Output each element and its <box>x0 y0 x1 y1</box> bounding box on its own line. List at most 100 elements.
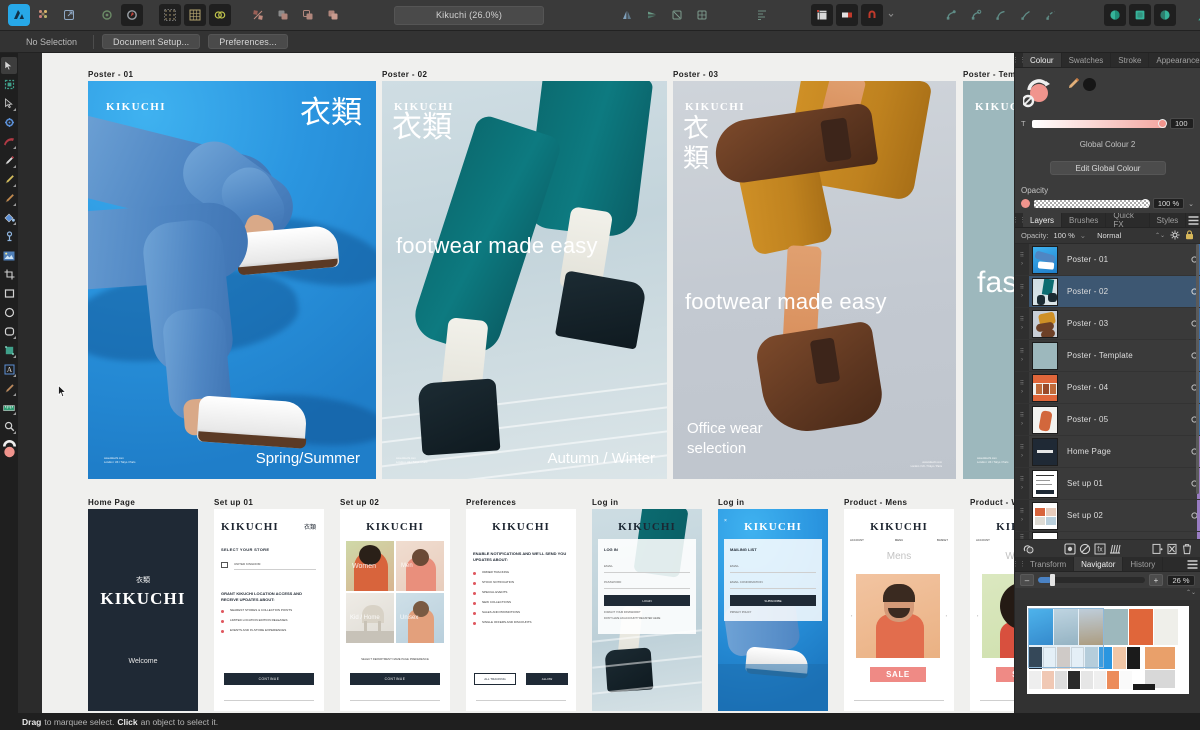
artboard-content-10[interactable]: × KIKUCHI MAILING LIST EMAIL EMAIL CONFI… <box>718 509 828 711</box>
layers-scrollbar[interactable] <box>1196 244 1199 494</box>
layer-drag-handle[interactable]: ⠿ › <box>1015 308 1029 339</box>
carousel-next-icon[interactable]: › <box>946 613 947 618</box>
login1-field-2-label[interactable]: PASSWORD <box>604 580 621 584</box>
node-smooth-icon[interactable] <box>990 4 1012 26</box>
layer-drag-handle[interactable]: ⠿ › <box>1015 372 1029 403</box>
login2-field-2-label[interactable]: EMAIL CONFIRMATION <box>730 580 763 584</box>
add-layer-icon[interactable] <box>1149 541 1164 556</box>
artboard-content-5[interactable]: 衣類 KIKUCHI Welcome <box>88 509 198 711</box>
login2-cta-button[interactable]: SUBSCRIBE <box>730 595 816 606</box>
slice-icon[interactable] <box>836 4 858 26</box>
table-row[interactable]: ⠿ › Poster - Template <box>1015 340 1200 372</box>
pen-curve-tool[interactable] <box>1 133 17 150</box>
tab-colour[interactable]: Colour <box>1023 53 1062 67</box>
table-row[interactable]: ⠿ › Home Page <box>1015 436 1200 468</box>
tab-stroke[interactable]: Stroke <box>1111 53 1150 67</box>
vector-brush-tool[interactable] <box>1 171 17 188</box>
womens-nav-account[interactable]: ACCOUNT <box>976 538 990 542</box>
mens-nav-basket[interactable]: BASKET <box>937 538 948 542</box>
panel-grip-icon[interactable]: ⋮⋮ <box>1012 53 1026 67</box>
artboard-set-up-02[interactable]: Set up 02 KIKUCHI Women Men Kid / Home U… <box>340 498 450 711</box>
layer-drag-handle[interactable]: ⠿ › <box>1015 244 1029 275</box>
chevron-down-icon[interactable] <box>886 4 896 26</box>
persona-pixel-icon[interactable] <box>33 4 55 26</box>
layer-drag-handle[interactable]: ⠿ › <box>1015 404 1029 435</box>
login1-field-1-label[interactable]: EMAIL <box>604 564 613 568</box>
show-grid-icon[interactable] <box>159 4 181 26</box>
artboard-tool[interactable] <box>1 76 17 93</box>
login2-form-card[interactable]: MAILING LIST EMAIL EMAIL CONFIRMATION SU… <box>724 539 822 621</box>
adjustment-layer-icon[interactable] <box>1063 541 1078 556</box>
ellipse-tool[interactable] <box>1 304 17 321</box>
navigator-thumbnail[interactable] <box>1026 606 1189 694</box>
move-tool[interactable] <box>1 57 17 74</box>
boolean-merge-icon[interactable] <box>1104 4 1126 26</box>
frame-text-tool[interactable] <box>1 380 17 397</box>
artistic-text-tool[interactable]: A <box>1 361 17 378</box>
artboard-home-page[interactable]: Home Page 衣類 KIKUCHI Welcome <box>88 498 198 711</box>
rotate-left-icon[interactable] <box>666 4 688 26</box>
table-row[interactable]: ⠿ › Poster - 03 <box>1015 308 1200 340</box>
layer-drag-handle[interactable]: ⠿ › <box>1015 340 1029 371</box>
mask-icon[interactable] <box>1164 541 1179 556</box>
login1-help-2[interactable]: DON'T HAVE AN ACCOUNT? REGISTER HERE <box>604 617 660 620</box>
artboard-product-mens[interactable]: Product - Mens KIKUCHI ACCOUNT MENU BASK… <box>844 498 954 711</box>
tile-kid-home[interactable]: Kid / Home <box>346 593 394 643</box>
node-tool[interactable] <box>1 95 17 112</box>
black-swatch[interactable] <box>1083 78 1096 91</box>
carousel-prev-icon[interactable]: ‹ <box>851 613 852 618</box>
tab-quick-fx[interactable]: Quick FX <box>1106 211 1150 229</box>
preferences-secondary-button[interactable]: ALL TRACKING <box>474 673 516 685</box>
artboard-poster-01[interactable]: Poster - 01 KIKUCHI 衣類 Spring/Summer www… <box>88 70 376 479</box>
artboard-content-6[interactable]: KIKUCHI 衣類 SELECT YOUR STORE UNITED KING… <box>214 509 324 711</box>
fill-stroke-indicator[interactable] <box>1021 74 1063 108</box>
artboard-preferences[interactable]: Preferences KIKUCHI ENABLE NOTIFICATIONS… <box>466 498 576 711</box>
table-row[interactable]: ⠿ › Poster - 04 <box>1015 372 1200 404</box>
opacity-chevron-down-icon[interactable]: ⌄ <box>1188 200 1194 208</box>
pencil-tool[interactable] <box>1 152 17 169</box>
edit-global-colour-button[interactable]: Edit Global Colour <box>1050 161 1166 175</box>
node-move-icon[interactable] <box>940 4 962 26</box>
layers-panel-menu-icon[interactable] <box>1186 213 1200 227</box>
measure-tool[interactable] <box>1 399 17 416</box>
login2-field-1-label[interactable]: EMAIL <box>730 564 739 568</box>
geometry-add-icon[interactable] <box>272 4 294 26</box>
artboard-log-in-1[interactable]: Log in KIKUCHI LOG IN EMAIL PASSWORD LOG… <box>592 498 702 711</box>
rectangle-tool[interactable] <box>1 285 17 302</box>
fx-icon[interactable]: fx <box>1093 541 1108 556</box>
paint-brush-tool[interactable] <box>1 190 17 207</box>
live-filter-icon[interactable] <box>1078 541 1093 556</box>
tile-men[interactable]: Men <box>396 541 444 591</box>
artboard-content[interactable]: KIKUCHI 衣類 Spring/Summer www.kikuchi.com… <box>88 81 376 479</box>
zoom-in-button[interactable]: + <box>1149 574 1163 586</box>
export-persona-icon[interactable] <box>58 4 80 26</box>
layers-opacity-chevron-icon[interactable]: ⌄ <box>1080 231 1086 240</box>
zoom-out-button[interactable]: – <box>1020 574 1034 586</box>
boolean-join-icon[interactable] <box>1129 4 1151 26</box>
navigator-panel-grip-icon[interactable]: ⋮⋮ <box>1012 557 1026 571</box>
grid-settings-icon[interactable] <box>184 4 206 26</box>
rounded-rectangle-tool[interactable] <box>1 323 17 340</box>
node-convert-icon[interactable] <box>965 4 987 26</box>
layers-settings-gear-icon[interactable] <box>1170 230 1180 242</box>
zoom-level-value[interactable]: 26 % <box>1167 574 1195 586</box>
artboard-content-8[interactable]: KIKUCHI ENABLE NOTIFICATIONS AND WE'LL S… <box>466 509 576 711</box>
tab-brushes[interactable]: Brushes <box>1062 213 1107 227</box>
preferences-button[interactable]: Preferences... <box>208 34 288 49</box>
tab-transform[interactable]: Transform <box>1023 557 1075 571</box>
fill-tool[interactable] <box>1 209 17 226</box>
mens-sale-badge[interactable]: SALE <box>870 667 926 682</box>
preferences-primary-button[interactable]: ALLOW <box>526 673 568 685</box>
opacity-slider-knob[interactable] <box>1140 198 1150 208</box>
tile-unisex[interactable]: Unisex <box>396 593 444 643</box>
account-icon[interactable] <box>1192 4 1200 26</box>
artboard-log-in-2[interactable]: Log in × KIKUCHI MAILING LIST EMAIL EMAI… <box>718 498 828 711</box>
tab-history[interactable]: History <box>1123 557 1164 571</box>
crop-tool[interactable] <box>1 266 17 283</box>
snapping-icon[interactable] <box>121 4 143 26</box>
layers-panel-grip-icon[interactable]: ⋮⋮ <box>1012 213 1026 227</box>
layers-list[interactable]: ⠿ › Poster - 01 ⠿ › Poster - 02 ⠿ › Post… <box>1015 244 1200 539</box>
login1-form-card[interactable]: LOG IN EMAIL PASSWORD LOGIN FORGOT YOUR … <box>598 539 696 634</box>
shape-tool[interactable] <box>1 342 17 359</box>
node-sharp-icon[interactable] <box>1015 4 1037 26</box>
